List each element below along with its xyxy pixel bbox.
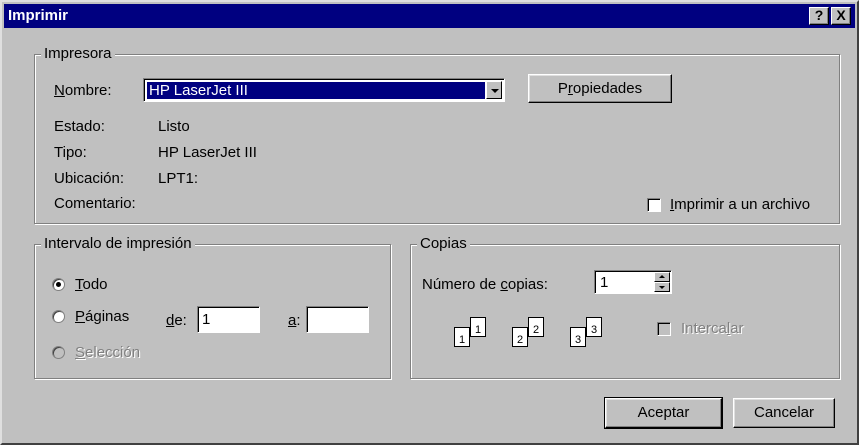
from-page-input[interactable]: 1 (197, 306, 260, 333)
to-label: a: (288, 312, 301, 330)
title-bar[interactable]: Imprimir ? X (4, 4, 855, 28)
range-selection-text: elección (85, 344, 141, 361)
page-icon: 3 (586, 317, 602, 337)
page-icon: 3 (570, 327, 586, 347)
help-button[interactable]: ? (809, 7, 829, 25)
status-label: Estado: (54, 118, 105, 135)
print-to-file-text: mprimir a un archivo (674, 196, 811, 213)
copies-count-suffix: opias: (507, 276, 548, 293)
to-page-input[interactable] (306, 306, 369, 333)
close-button[interactable]: X (831, 7, 851, 25)
page-icon: 1 (454, 327, 470, 347)
collate-checkbox (657, 322, 671, 336)
range-pages-label[interactable]: Páginas (75, 308, 129, 326)
collate-label: Intercalar (681, 320, 744, 338)
properties-button-label: Propiedades (558, 80, 642, 97)
range-pages-text: áginas (85, 308, 130, 325)
range-pages-radio[interactable] (52, 310, 65, 323)
location-label: Ubicación: (54, 170, 125, 187)
properties-suffix: opiedades (572, 80, 643, 97)
type-label: Tipo: (54, 144, 87, 161)
range-selection-label: Selección (75, 344, 140, 362)
print-range-legend: Intervalo de impresión (41, 235, 195, 253)
arrow-down-icon (659, 286, 665, 289)
range-pages-mnemonic: P (75, 308, 86, 325)
print-to-file-label[interactable]: Imprimir a un archivo (670, 196, 810, 214)
type-value: HP LaserJet III (158, 144, 257, 161)
range-all-text: odo (82, 276, 108, 293)
from-page-value: 1 (202, 311, 211, 328)
chevron-down-icon (491, 89, 499, 93)
print-dialog: Imprimir ? X Impresora Nombre: HP LaserJ… (0, 0, 859, 445)
printer-name-combobox[interactable]: HP LaserJet III (143, 78, 505, 102)
printer-name-value: HP LaserJet III (147, 82, 485, 99)
radio-selected-dot (56, 282, 61, 287)
print-to-file-checkbox[interactable] (647, 198, 661, 212)
status-value: Listo (158, 118, 190, 135)
copies-group: Copias (410, 235, 840, 379)
copies-legend: Copias (417, 235, 470, 253)
from-label: de: (166, 312, 187, 330)
cancel-button[interactable]: Cancelar (733, 398, 835, 428)
copies-count-prefix: Número de (422, 276, 501, 293)
properties-prefix: P (557, 80, 568, 97)
range-selection-radio (52, 346, 65, 359)
collate-suffix: ar (730, 320, 744, 337)
comment-label: Comentario: (54, 195, 136, 212)
copies-spinner[interactable] (654, 272, 670, 292)
copies-count-mnemonic: c (500, 276, 508, 293)
range-all-label[interactable]: Todo (75, 276, 108, 294)
printer-name-label-text: ombre: (64, 82, 112, 99)
spin-down-button[interactable] (654, 282, 670, 292)
collate-prefix: Interca (681, 320, 727, 337)
range-all-mnemonic: T (75, 276, 83, 293)
page-icon: 2 (512, 327, 528, 347)
printer-name-label-mnemonic: N (54, 82, 65, 99)
location-value: LPT1: (158, 170, 199, 187)
range-selection-mnemonic: S (75, 344, 86, 361)
printer-dropdown-button[interactable] (486, 81, 502, 99)
copies-count-input[interactable]: 1 (594, 270, 672, 294)
page-icon: 2 (528, 317, 544, 337)
printer-name-label: Nombre: (54, 82, 112, 100)
spin-up-button[interactable] (654, 272, 670, 282)
copies-count-label: Número de copias: (422, 276, 548, 294)
copies-count-value: 1 (600, 274, 609, 291)
arrow-up-icon (659, 275, 665, 278)
ok-button[interactable]: Aceptar (604, 397, 723, 429)
printer-group-legend: Impresora (41, 45, 115, 63)
from-label-text: e: (174, 312, 187, 329)
properties-button[interactable]: Propiedades (528, 74, 672, 103)
window-title: Imprimir (8, 7, 69, 24)
page-icon: 1 (470, 317, 486, 337)
range-all-radio[interactable] (52, 278, 65, 291)
to-label-text: : (296, 312, 301, 329)
